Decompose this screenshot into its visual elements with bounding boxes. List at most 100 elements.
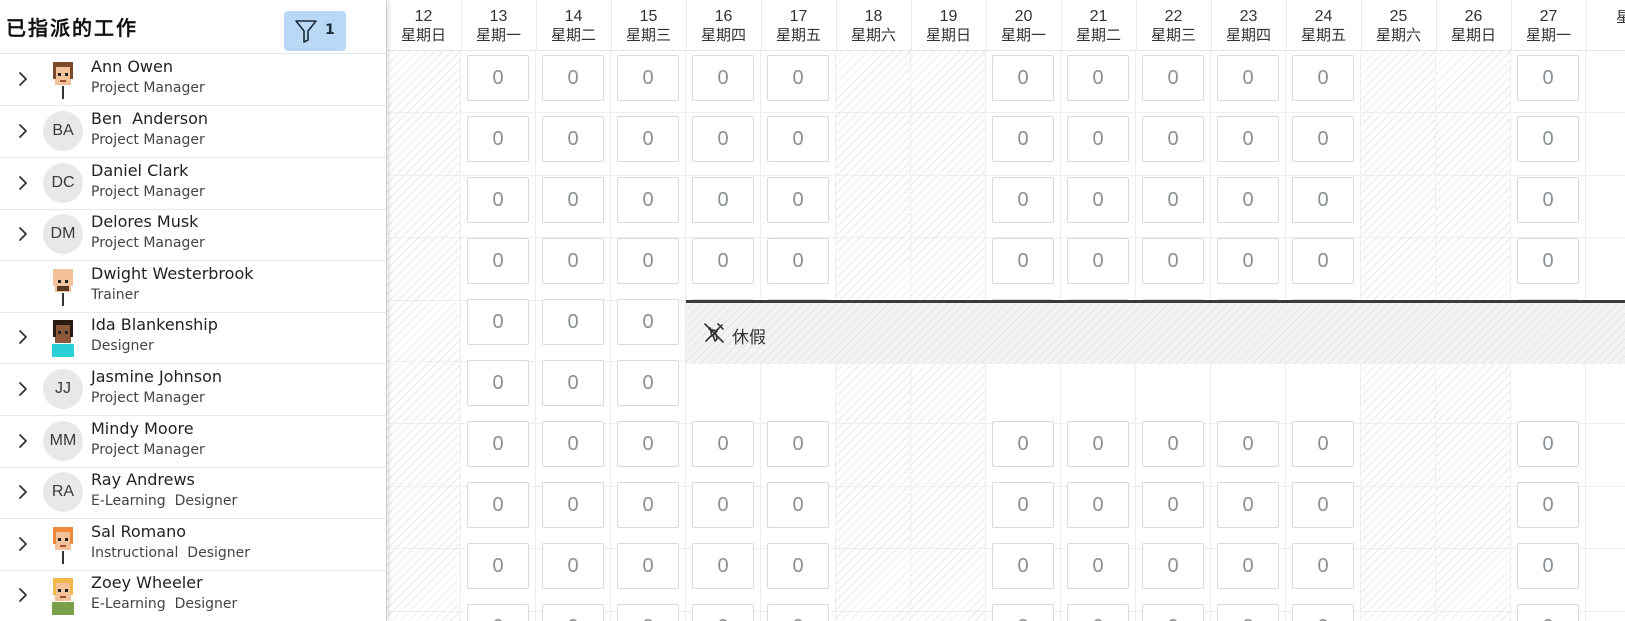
hours-cell[interactable]: 0: [467, 360, 529, 406]
chevron-right-icon[interactable]: [14, 483, 32, 501]
hours-cell[interactable]: 0: [1067, 604, 1129, 621]
hours-cell[interactable]: 0: [692, 55, 754, 101]
hours-cell[interactable]: 0: [692, 238, 754, 284]
hours-cell[interactable]: 0: [467, 604, 529, 621]
resource-row[interactable]: Ann Owen Project Manager: [0, 53, 386, 106]
hours-cell[interactable]: 0: [542, 543, 604, 589]
resource-row[interactable]: MM Mindy Moore Project Manager: [0, 415, 386, 468]
hours-cell[interactable]: 0: [1292, 543, 1354, 589]
hours-cell[interactable]: 0: [1217, 604, 1279, 621]
hours-cell[interactable]: 0: [1292, 421, 1354, 467]
resource-row[interactable]: Zoey Wheeler E-Learning Designer: [0, 569, 386, 621]
hours-cell[interactable]: 0: [1142, 543, 1204, 589]
resource-row[interactable]: Dwight Westerbrook Trainer: [0, 260, 386, 313]
hours-cell[interactable]: 0: [1142, 238, 1204, 284]
hours-cell[interactable]: 0: [542, 177, 604, 223]
hours-cell[interactable]: 0: [992, 421, 1054, 467]
hours-cell[interactable]: 0: [1142, 55, 1204, 101]
hours-cell[interactable]: 0: [1517, 604, 1579, 621]
hours-cell[interactable]: 0: [1067, 543, 1129, 589]
hours-cell[interactable]: 0: [1517, 421, 1579, 467]
hours-cell[interactable]: 0: [1217, 238, 1279, 284]
hours-cell[interactable]: 0: [1292, 177, 1354, 223]
hours-cell[interactable]: 0: [542, 604, 604, 621]
hours-cell[interactable]: 0: [617, 299, 679, 345]
hours-cell[interactable]: 0: [1217, 55, 1279, 101]
chevron-right-icon[interactable]: [14, 225, 32, 243]
hours-cell[interactable]: 0: [992, 604, 1054, 621]
hours-cell[interactable]: 0: [617, 238, 679, 284]
resource-row[interactable]: Sal Romano Instructional Designer: [0, 518, 386, 571]
hours-cell[interactable]: 0: [467, 421, 529, 467]
hours-cell[interactable]: 0: [467, 238, 529, 284]
hours-cell[interactable]: 0: [992, 177, 1054, 223]
chevron-right-icon[interactable]: [14, 586, 32, 604]
hours-cell[interactable]: 0: [1517, 177, 1579, 223]
hours-cell[interactable]: 0: [1292, 238, 1354, 284]
chevron-right-icon[interactable]: [14, 380, 32, 398]
resource-row[interactable]: RA Ray Andrews E-Learning Designer: [0, 466, 386, 519]
resource-row[interactable]: Ida Blankenship Designer: [0, 311, 386, 364]
resource-row[interactable]: DM Delores Musk Project Manager: [0, 208, 386, 261]
hours-cell[interactable]: 0: [617, 360, 679, 406]
hours-cell[interactable]: 0: [1292, 55, 1354, 101]
chevron-right-icon[interactable]: [14, 432, 32, 450]
hours-cell[interactable]: 0: [617, 116, 679, 162]
hours-cell[interactable]: 0: [1142, 116, 1204, 162]
hours-cell[interactable]: 0: [1292, 482, 1354, 528]
hours-cell[interactable]: 0: [1217, 116, 1279, 162]
hours-cell[interactable]: 0: [1067, 482, 1129, 528]
hours-cell[interactable]: 0: [1517, 116, 1579, 162]
hours-cell[interactable]: 0: [692, 421, 754, 467]
hours-cell[interactable]: 0: [1217, 177, 1279, 223]
hours-cell[interactable]: 0: [1067, 177, 1129, 223]
hours-cell[interactable]: 0: [542, 299, 604, 345]
resource-row[interactable]: JJ Jasmine Johnson Project Manager: [0, 363, 386, 416]
hours-cell[interactable]: 0: [617, 604, 679, 621]
hours-cell[interactable]: 0: [542, 55, 604, 101]
resource-row[interactable]: DC Daniel Clark Project Manager: [0, 157, 386, 210]
hours-cell[interactable]: 0: [692, 116, 754, 162]
hours-cell[interactable]: 0: [1067, 55, 1129, 101]
hours-cell[interactable]: 0: [1517, 482, 1579, 528]
hours-cell[interactable]: 0: [542, 360, 604, 406]
hours-cell[interactable]: 0: [467, 482, 529, 528]
hours-cell[interactable]: 0: [692, 543, 754, 589]
hours-cell[interactable]: 0: [692, 482, 754, 528]
hours-cell[interactable]: 0: [1517, 543, 1579, 589]
hours-cell[interactable]: 0: [617, 482, 679, 528]
hours-cell[interactable]: 0: [992, 543, 1054, 589]
filter-button[interactable]: 1: [284, 11, 346, 51]
hours-cell[interactable]: 0: [1292, 116, 1354, 162]
chevron-right-icon[interactable]: [14, 70, 32, 88]
hours-cell[interactable]: 0: [542, 116, 604, 162]
hours-cell[interactable]: 0: [767, 421, 829, 467]
hours-cell[interactable]: 0: [992, 238, 1054, 284]
hours-cell[interactable]: 0: [767, 55, 829, 101]
hours-cell[interactable]: 0: [992, 116, 1054, 162]
hours-cell[interactable]: 0: [1292, 604, 1354, 621]
hours-cell[interactable]: 0: [692, 177, 754, 223]
hours-cell[interactable]: 0: [542, 421, 604, 467]
hours-cell[interactable]: 0: [692, 604, 754, 621]
hours-cell[interactable]: 0: [1217, 482, 1279, 528]
time-off-bar[interactable]: 休假: [686, 300, 1625, 364]
hours-cell[interactable]: 0: [1067, 116, 1129, 162]
hours-cell[interactable]: 0: [767, 116, 829, 162]
hours-cell[interactable]: 0: [617, 543, 679, 589]
hours-cell[interactable]: 0: [767, 177, 829, 223]
hours-cell[interactable]: 0: [467, 116, 529, 162]
resource-row[interactable]: BA Ben Anderson Project Manager: [0, 105, 386, 158]
hours-cell[interactable]: 0: [467, 543, 529, 589]
hours-cell[interactable]: 0: [1142, 421, 1204, 467]
hours-cell[interactable]: 0: [1142, 604, 1204, 621]
chevron-right-icon[interactable]: [14, 535, 32, 553]
hours-cell[interactable]: 0: [1217, 421, 1279, 467]
hours-cell[interactable]: 0: [1517, 238, 1579, 284]
chevron-right-icon[interactable]: [14, 328, 32, 346]
hours-cell[interactable]: 0: [467, 299, 529, 345]
hours-cell[interactable]: 0: [767, 482, 829, 528]
hours-cell[interactable]: 0: [992, 482, 1054, 528]
hours-cell[interactable]: 0: [767, 543, 829, 589]
hours-cell[interactable]: 0: [1142, 482, 1204, 528]
